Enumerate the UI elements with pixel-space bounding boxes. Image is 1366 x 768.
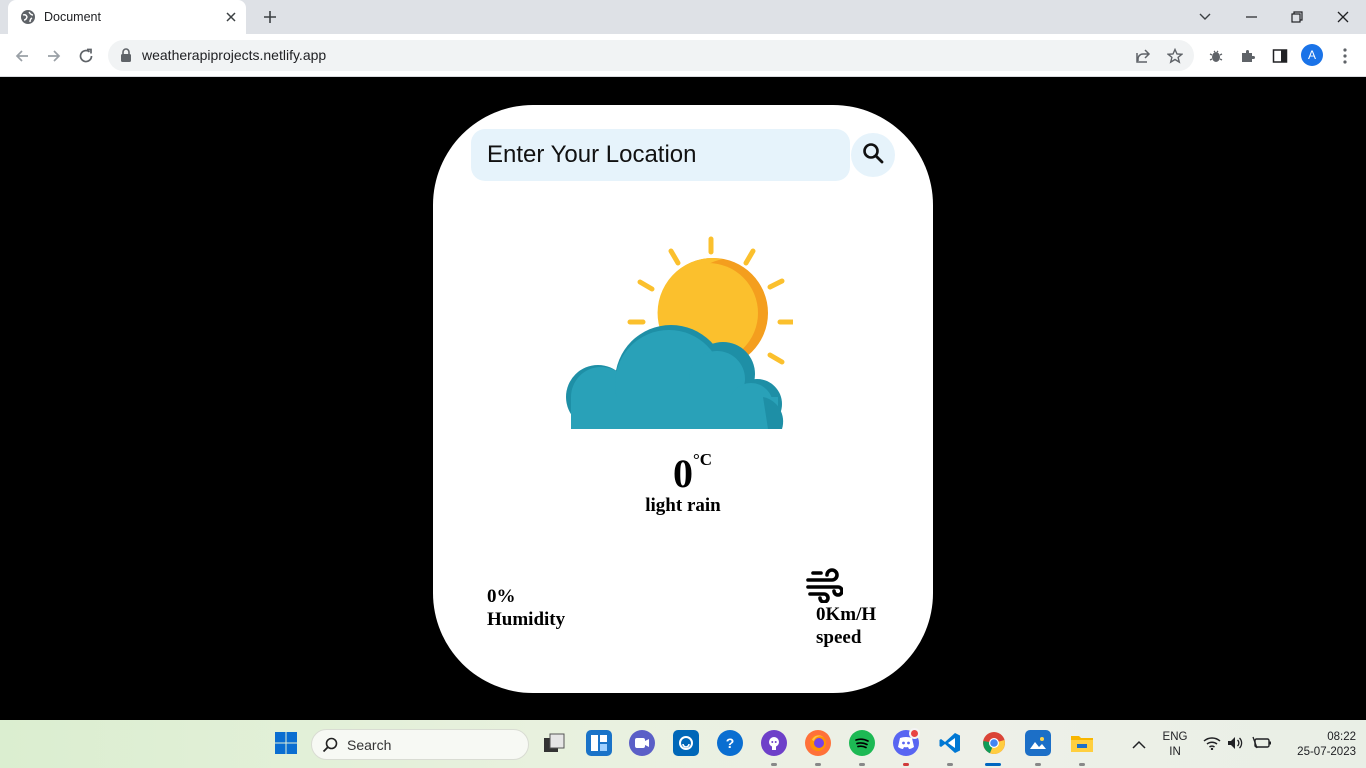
- wind-speed-label: speed: [816, 627, 862, 648]
- discord-notification-badge: [909, 728, 920, 739]
- browser-tab[interactable]: Document: [8, 0, 246, 34]
- back-button[interactable]: [8, 42, 36, 70]
- lock-icon[interactable]: [120, 48, 134, 62]
- search-icon: [322, 737, 338, 753]
- humidity-block: 0% Humidity: [487, 585, 565, 631]
- share-icon[interactable]: [1132, 45, 1154, 67]
- clock-date: 25-07-2023: [1297, 746, 1356, 758]
- wind-icon: [806, 568, 843, 603]
- teams-chat-icon[interactable]: [629, 730, 655, 756]
- bookmark-star-icon[interactable]: [1164, 45, 1186, 67]
- side-panel-icon[interactable]: [1268, 44, 1292, 68]
- windows-taskbar: Search ? ENG IN 08:22 25-07-2023: [0, 720, 1366, 768]
- restore-button[interactable]: [1274, 0, 1320, 34]
- wifi-icon[interactable]: [1203, 736, 1221, 755]
- running-indicator: [815, 763, 821, 766]
- tab-title: Document: [44, 10, 101, 24]
- humidity-label: Humidity: [487, 609, 566, 630]
- globe-icon: [20, 9, 36, 25]
- humidity-value: 0%: [487, 586, 516, 607]
- weather-card: 0 °C light rain 0% Humidity 0Km/H speed: [433, 105, 933, 693]
- close-window-button[interactable]: [1320, 0, 1366, 34]
- tab-search-chevron-icon[interactable]: [1182, 0, 1228, 34]
- spotify-icon[interactable]: [849, 730, 875, 756]
- taskbar-search[interactable]: Search: [311, 729, 529, 760]
- address-bar[interactable]: weatherapiprojects.netlify.app: [108, 40, 1194, 71]
- clock[interactable]: 08:22 25-07-2023: [1278, 730, 1356, 760]
- help-icon[interactable]: ?: [717, 730, 743, 756]
- taskbar-search-label: Search: [347, 737, 392, 753]
- file-explorer-icon[interactable]: [1069, 730, 1095, 756]
- vscode-icon[interactable]: [937, 730, 963, 756]
- language-indicator[interactable]: ENG IN: [1160, 730, 1190, 760]
- page-content: 0 °C light rain 0% Humidity 0Km/H speed: [0, 77, 1366, 720]
- wind-speed-value: 0Km/H: [816, 604, 877, 625]
- store-icon[interactable]: [673, 730, 699, 756]
- show-hidden-icons-chevron-icon[interactable]: [1132, 736, 1146, 754]
- search-button[interactable]: [851, 133, 895, 177]
- running-indicator: [1035, 763, 1041, 766]
- start-button[interactable]: [273, 730, 299, 756]
- firefox-icon[interactable]: [805, 730, 831, 756]
- location-search-input[interactable]: [471, 129, 850, 181]
- chrome-icon[interactable]: [981, 730, 1007, 756]
- close-tab-icon[interactable]: [222, 8, 240, 26]
- extensions-puzzle-icon[interactable]: [1236, 44, 1260, 68]
- windows-logo-icon: [275, 732, 297, 754]
- profile-avatar[interactable]: A: [1301, 44, 1323, 66]
- partly-cloudy-icon: [566, 236, 793, 429]
- weather-description: light rain: [645, 495, 721, 516]
- minimize-button[interactable]: [1228, 0, 1274, 34]
- running-indicator: [903, 763, 909, 766]
- reload-button[interactable]: [72, 42, 100, 70]
- url-text[interactable]: weatherapiprojects.netlify.app: [142, 47, 326, 63]
- wind-block: 0Km/H speed: [816, 603, 876, 649]
- forward-button[interactable]: [40, 42, 68, 70]
- language-line1: ENG: [1162, 731, 1188, 743]
- task-view-icon[interactable]: [541, 730, 567, 756]
- battery-icon[interactable]: [1252, 736, 1272, 755]
- new-tab-button[interactable]: [258, 6, 282, 28]
- temperature-value: 0: [673, 451, 693, 496]
- browser-toolbar: weatherapiprojects.netlify.app: [0, 34, 1366, 77]
- photos-icon[interactable]: [1025, 730, 1051, 756]
- browser-tabbar: Document: [0, 0, 1366, 34]
- running-indicator: [771, 763, 777, 766]
- search-icon: [862, 142, 884, 169]
- clock-time: 08:22: [1327, 731, 1356, 743]
- github-icon[interactable]: [761, 730, 787, 756]
- volume-icon[interactable]: [1227, 736, 1243, 755]
- running-indicator: [859, 763, 865, 766]
- running-indicator: [947, 763, 953, 766]
- active-app-indicator: [985, 763, 1001, 766]
- widgets-icon[interactable]: [586, 730, 612, 756]
- bug-extension-icon[interactable]: [1204, 44, 1228, 68]
- menu-kebab-icon[interactable]: [1333, 44, 1357, 68]
- running-indicator: [1079, 763, 1085, 766]
- language-line2: IN: [1169, 746, 1181, 758]
- temperature-unit: °C: [693, 450, 713, 469]
